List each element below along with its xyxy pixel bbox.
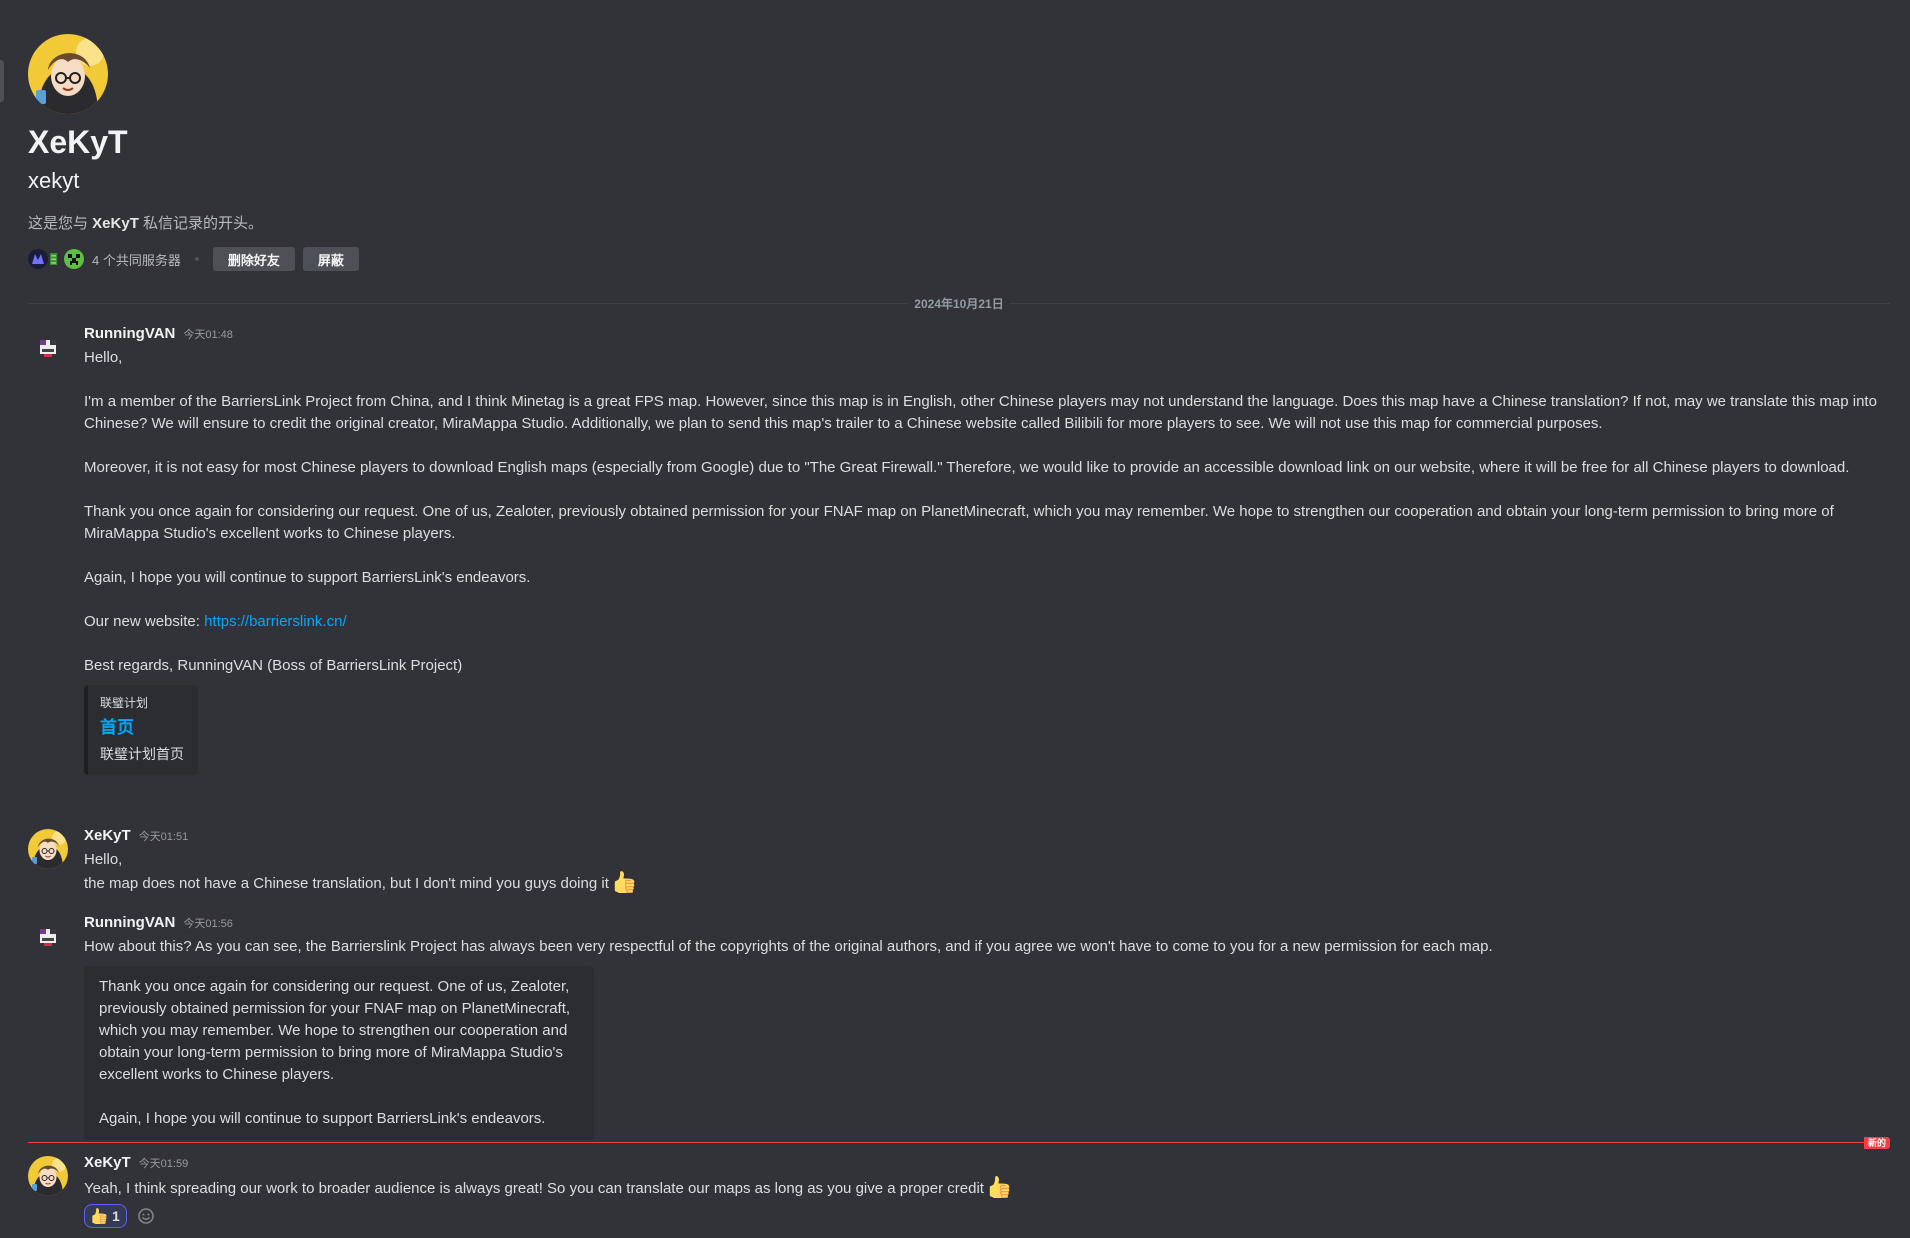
thumbs-up-icon xyxy=(91,1208,107,1224)
message-3: RunningVAN 今天01:56 How about this? As yo… xyxy=(28,914,1890,1140)
runningvan-avatar[interactable] xyxy=(28,916,68,956)
mutual-servers-link[interactable]: 4 个共同服务器 xyxy=(92,250,181,269)
message-line: Hello, xyxy=(84,851,123,868)
quote-paragraph: Thank you once again for considering our… xyxy=(99,978,571,1083)
dm-header: XeKyT xekyt 这是您与 XeKyT 私信记录的开头。 4 个共同服务器… xyxy=(28,34,1878,272)
message-header: XeKyT 今天01:59 xyxy=(84,1154,1890,1176)
thumbs-up-icon xyxy=(988,1176,1010,1198)
intro-name: XeKyT xyxy=(92,215,139,232)
message-header: XeKyT 今天01:51 xyxy=(84,827,1890,849)
link-embed: 联璧计划 首页 联璧计划首页 xyxy=(84,685,198,775)
quote-paragraph: Again, I hope you will continue to suppo… xyxy=(99,1110,546,1127)
message-line-with-emoji: the map does not have a Chinese translat… xyxy=(84,871,1890,895)
embed-provider: 联璧计划 xyxy=(100,696,149,710)
message-4: XeKyT 今天01:59 Yeah, I think spreading ou… xyxy=(28,1154,1890,1228)
message-paragraph: I'm a member of the BarriersLink Project… xyxy=(84,393,1877,432)
quoted-text-block: Thank you once again for considering our… xyxy=(84,966,594,1140)
message-line-with-emoji: Yeah, I think spreading our work to broa… xyxy=(84,1176,1890,1200)
runningvan-avatar[interactable] xyxy=(28,327,68,367)
reactions-bar: 1 xyxy=(84,1204,1890,1228)
message-paragraph: Thank you once again for considering our… xyxy=(84,503,1834,542)
message-1: RunningVAN 今天01:48 Hello, I'm a member o… xyxy=(28,325,1890,775)
message-paragraph: Moreover, it is not easy for most Chines… xyxy=(84,459,1850,476)
website-prefix: Our new website: xyxy=(84,613,205,630)
website-line: Our new website: https://barrierslink.cn… xyxy=(84,611,1890,633)
website-link[interactable]: https://barrierslink.cn/ xyxy=(204,613,347,630)
message-header: RunningVAN 今天01:48 xyxy=(84,325,1890,347)
scrollbar-thumb[interactable] xyxy=(0,60,4,102)
reaction-count: 1 xyxy=(112,1208,120,1224)
message-text: How about this? As you can see, the Barr… xyxy=(84,938,1493,955)
server-icon-2 xyxy=(50,253,58,265)
timestamp: 今天01:48 xyxy=(183,329,233,341)
xekyt-profile-avatar[interactable] xyxy=(28,34,108,114)
date-divider-label: 2024年10月21日 xyxy=(908,295,1010,312)
xekyt-avatar[interactable] xyxy=(28,1156,68,1196)
author-name[interactable]: RunningVAN xyxy=(84,325,175,342)
header-actions: 4 个共同服务器 删除好友 屏蔽 xyxy=(28,246,1878,272)
signature-line: Best regards, RunningVAN (Boss of Barrie… xyxy=(84,657,463,674)
new-messages-line xyxy=(28,1142,1890,1143)
embed-description: 联璧计划首页 xyxy=(100,746,184,762)
timestamp: 今天01:59 xyxy=(138,1158,189,1170)
message-header: RunningVAN 今天01:56 xyxy=(84,914,1890,936)
message-paragraph: Hello, xyxy=(84,349,123,366)
new-messages-badge: 新的 xyxy=(1863,1137,1890,1149)
author-name[interactable]: XeKyT xyxy=(84,1154,131,1171)
message-paragraph: Again, I hope you will continue to suppo… xyxy=(84,569,531,586)
remove-friend-button[interactable]: 删除好友 xyxy=(212,247,295,271)
intro-prefix: 这是您与 xyxy=(28,215,93,232)
server-icon-3 xyxy=(64,249,84,269)
message-text: the map does not have a Chinese translat… xyxy=(84,875,609,892)
message-text: Yeah, I think spreading our work to broa… xyxy=(84,1180,984,1197)
author-name[interactable]: RunningVAN xyxy=(84,914,175,931)
date-divider: 2024年10月21日 xyxy=(28,295,1890,312)
profile-username: xekyt xyxy=(28,168,80,193)
mutual-server-icons[interactable] xyxy=(28,249,86,269)
dm-intro-text: 这是您与 XeKyT 私信记录的开头。 xyxy=(28,214,1878,234)
server-icon-1 xyxy=(28,249,48,269)
embed-title-link[interactable]: 首页 xyxy=(100,717,186,739)
thumbs-up-icon xyxy=(613,871,635,893)
xekyt-avatar[interactable] xyxy=(28,829,68,869)
timestamp: 今天01:51 xyxy=(138,831,189,843)
author-name[interactable]: XeKyT xyxy=(84,827,131,844)
separator-dot xyxy=(194,257,199,261)
reaction-thumbs-up[interactable]: 1 xyxy=(84,1204,127,1228)
profile-display-name: XeKyT xyxy=(28,124,128,160)
add-reaction-icon[interactable] xyxy=(137,1207,155,1225)
intro-suffix: 私信记录的开头。 xyxy=(138,215,264,232)
message-2: XeKyT 今天01:51 Hello, the map does not ha… xyxy=(28,827,1890,895)
new-messages-divider: 新的 xyxy=(28,1137,1890,1151)
timestamp: 今天01:56 xyxy=(183,918,233,930)
block-button[interactable]: 屏蔽 xyxy=(302,247,359,271)
